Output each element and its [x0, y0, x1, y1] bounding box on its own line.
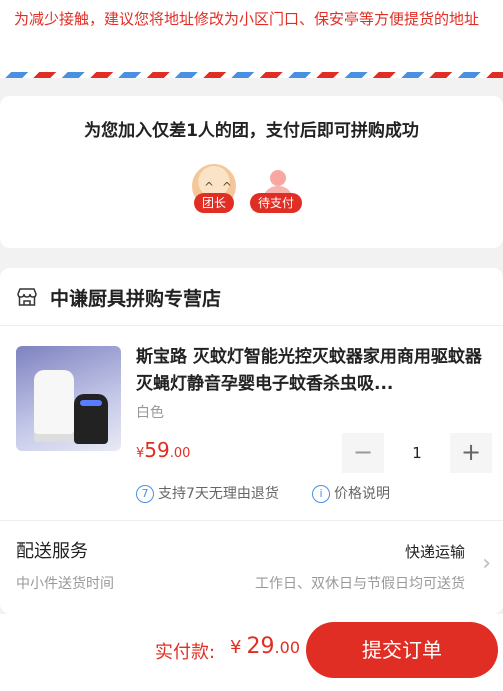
- price-info[interactable]: i 价格说明: [312, 484, 390, 504]
- address-notice: 为减少接触，建议您将地址修改为小区门口、保安亭等方便提货的地址: [0, 0, 503, 72]
- product-title[interactable]: 斯宝路 灭蚊灯智能光控灭蚊器家用商用驱蚊器灭蝇灯静音孕婴电子蚊香杀虫吸...: [136, 344, 486, 398]
- return-policy-label: 支持7天无理由退货: [158, 486, 279, 502]
- delivery-service[interactable]: 配送服务 中小件送货时间 快递运输 工作日、双休日与节假日均可送货 ›: [0, 520, 503, 612]
- checkout-bar: 实付款: ¥ 29.00 提交订单: [0, 614, 503, 691]
- price-integer: 59: [144, 438, 170, 462]
- return-policy[interactable]: 7 支持7天无理由退货: [136, 484, 279, 504]
- increase-button[interactable]: +: [450, 433, 492, 473]
- submit-order-button[interactable]: 提交订单: [306, 622, 498, 678]
- quantity-value[interactable]: 1: [384, 433, 450, 473]
- delivery-description: 工作日、双休日与节假日均可送货: [255, 576, 465, 592]
- product-variant: 白色: [136, 405, 164, 421]
- seven-day-icon: 7: [136, 485, 154, 503]
- chevron-right-icon: ›: [482, 551, 491, 576]
- shop-header[interactable]: 中谦厨具拼购专营店: [0, 268, 503, 326]
- delivery-subtitle: 中小件送货时间: [16, 576, 114, 592]
- pay-amount: ¥ 29.00: [230, 634, 300, 659]
- decrease-button[interactable]: −: [342, 433, 384, 473]
- group-card: 为您加入仅差1人的团，支付后即可拼购成功: [0, 96, 503, 248]
- airmail-border: [0, 72, 503, 78]
- product-price: ¥59.00: [136, 438, 190, 462]
- leader-tag: 团长: [194, 193, 235, 213]
- group-title: 为您加入仅差1人的团，支付后即可拼购成功: [84, 121, 419, 141]
- quantity-stepper: − 1 +: [342, 433, 492, 473]
- notice-text: 为减少接触，建议您将地址修改为小区门口、保安亭等方便提货的地址: [14, 10, 480, 28]
- order-card: 中谦厨具拼购专营店 斯宝路 灭蚊灯智能光控灭蚊器家用商用驱蚊器灭蝇灯静音孕婴电子…: [0, 268, 503, 614]
- pay-currency: ¥: [230, 637, 242, 658]
- product-image[interactable]: [16, 346, 121, 451]
- shop-name: 中谦厨具拼购专营店: [50, 288, 222, 310]
- store-icon: [17, 288, 37, 306]
- price-decimal: .00: [169, 446, 191, 461]
- info-icon: i: [312, 485, 330, 503]
- pay-amount-decimal: .00: [274, 638, 300, 657]
- delivery-title: 配送服务: [16, 541, 88, 562]
- pay-label: 实付款:: [155, 642, 216, 663]
- price-info-label: 价格说明: [334, 486, 390, 502]
- waiting-tag: 待支付: [250, 193, 303, 213]
- delivery-method: 快递运输: [404, 543, 465, 561]
- pay-amount-integer: 29: [246, 634, 275, 659]
